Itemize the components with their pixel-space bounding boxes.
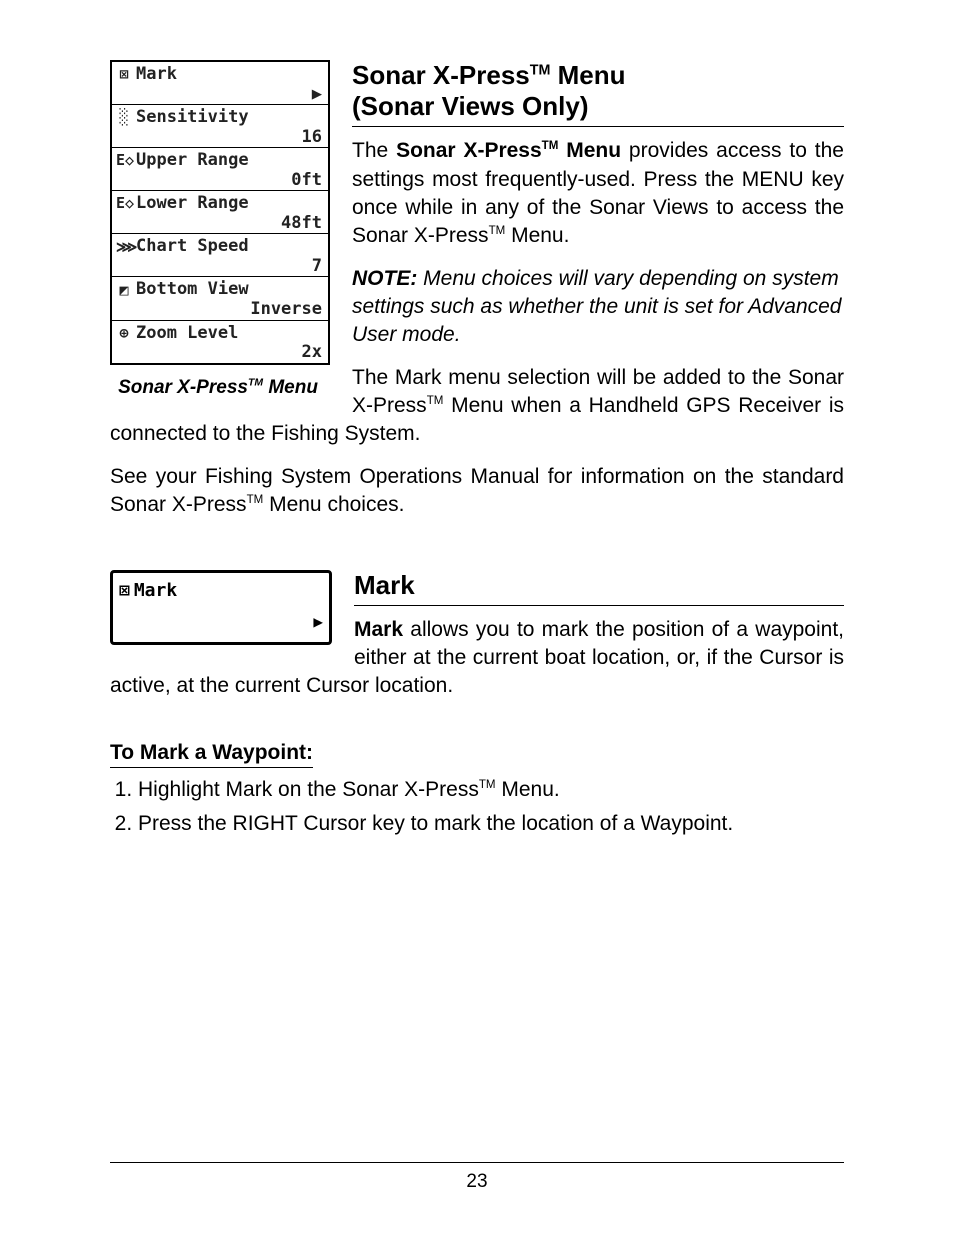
sensitivity-icon: ░: [116, 109, 132, 126]
mark-arrow: ▶: [119, 611, 323, 633]
waypoint-subhead: To Mark a Waypoint:: [110, 739, 313, 768]
mark-icon: ⊠: [116, 66, 132, 83]
menu-item: ⊕Zoom Level 2x: [112, 321, 328, 363]
title-line1-prefix: Sonar X-Press: [352, 60, 530, 90]
page-number: 23: [466, 1171, 487, 1192]
menu-item: E◇Upper Range 0ft: [112, 148, 328, 191]
lower-range-icon: E◇: [116, 195, 132, 212]
caption-prefix: Sonar X-Press: [118, 377, 248, 398]
upper-range-icon: E◇: [116, 152, 132, 169]
steps-list: Highlight Mark on the Sonar X-PressTM Me…: [138, 776, 844, 839]
mark-icon: ⊠: [119, 579, 130, 603]
menu-item-value: 7: [312, 257, 324, 277]
menu-item-label: Lower Range: [136, 194, 249, 214]
menu-screenshot-block: ⊠Mark▶░Sensitivity16E◇Upper Range0ftE◇Lo…: [110, 60, 330, 400]
p1-lead: Mark: [354, 618, 403, 641]
menu-item-value: 0ft: [291, 171, 324, 191]
trademark-symbol: TM: [530, 62, 551, 78]
trademark-symbol: TM: [489, 225, 506, 237]
menu-item-value: 2x: [302, 343, 324, 363]
p1-lead: Sonar X-PressTM Menu: [396, 139, 621, 162]
menu-item-value: Inverse: [250, 300, 324, 320]
mark-figure: ⊠ Mark ▶: [110, 570, 332, 646]
menu-item: ░Sensitivity 16: [112, 105, 328, 148]
title-line1-suffix: Menu: [550, 60, 625, 90]
menu-item-value: 16: [302, 128, 324, 148]
menu-item: E◇Lower Range 48ft: [112, 191, 328, 234]
menu-item: ⋙Chart Speed 7: [112, 234, 328, 277]
section1-p3: See your Fishing System Operations Manua…: [110, 463, 844, 520]
trademark-symbol: TM: [542, 140, 559, 152]
menu-caption: Sonar X-PressTM Menu: [110, 375, 326, 401]
mark-label: Mark: [134, 579, 177, 603]
trademark-symbol: TM: [247, 494, 264, 506]
chart-speed-icon: ⋙: [116, 239, 132, 256]
menu-item: ◩Bottom ViewInverse: [112, 277, 328, 320]
step-item: Press the RIGHT Cursor key to mark the l…: [138, 810, 844, 838]
mark-figure-block: ⊠ Mark ▶: [110, 564, 332, 646]
page-footer: 23: [110, 1162, 844, 1195]
step-item: Highlight Mark on the Sonar X-PressTM Me…: [138, 776, 844, 804]
menu-item-value: ▶: [312, 85, 324, 105]
menu-item-value: 48ft: [281, 214, 324, 234]
menu-item-label: Bottom View: [136, 280, 249, 300]
section2-rule: [354, 605, 844, 606]
menu-item-label: Chart Speed: [136, 237, 249, 257]
menu-item-label: Upper Range: [136, 151, 249, 171]
zoom-level-icon: ⊕: [116, 325, 132, 342]
menu-item: ⊠Mark ▶: [112, 62, 328, 105]
trademark-symbol: TM: [479, 779, 496, 791]
caption-suffix: Menu: [263, 377, 318, 398]
trademark-symbol: TM: [427, 395, 444, 407]
sonar-menu: ⊠Mark▶░Sensitivity16E◇Upper Range0ftE◇Lo…: [110, 60, 330, 365]
menu-item-label: Zoom Level: [136, 324, 238, 344]
bottom-view-icon: ◩: [116, 282, 132, 299]
note-lead: NOTE:: [352, 267, 417, 290]
trademark-symbol: TM: [248, 377, 263, 388]
note-body: Menu choices will vary depending on syst…: [352, 267, 842, 347]
menu-item-label: Mark: [136, 65, 177, 85]
title-line2: (Sonar Views Only): [352, 91, 588, 121]
section1-rule: [352, 126, 844, 127]
menu-item-label: Sensitivity: [136, 108, 249, 128]
